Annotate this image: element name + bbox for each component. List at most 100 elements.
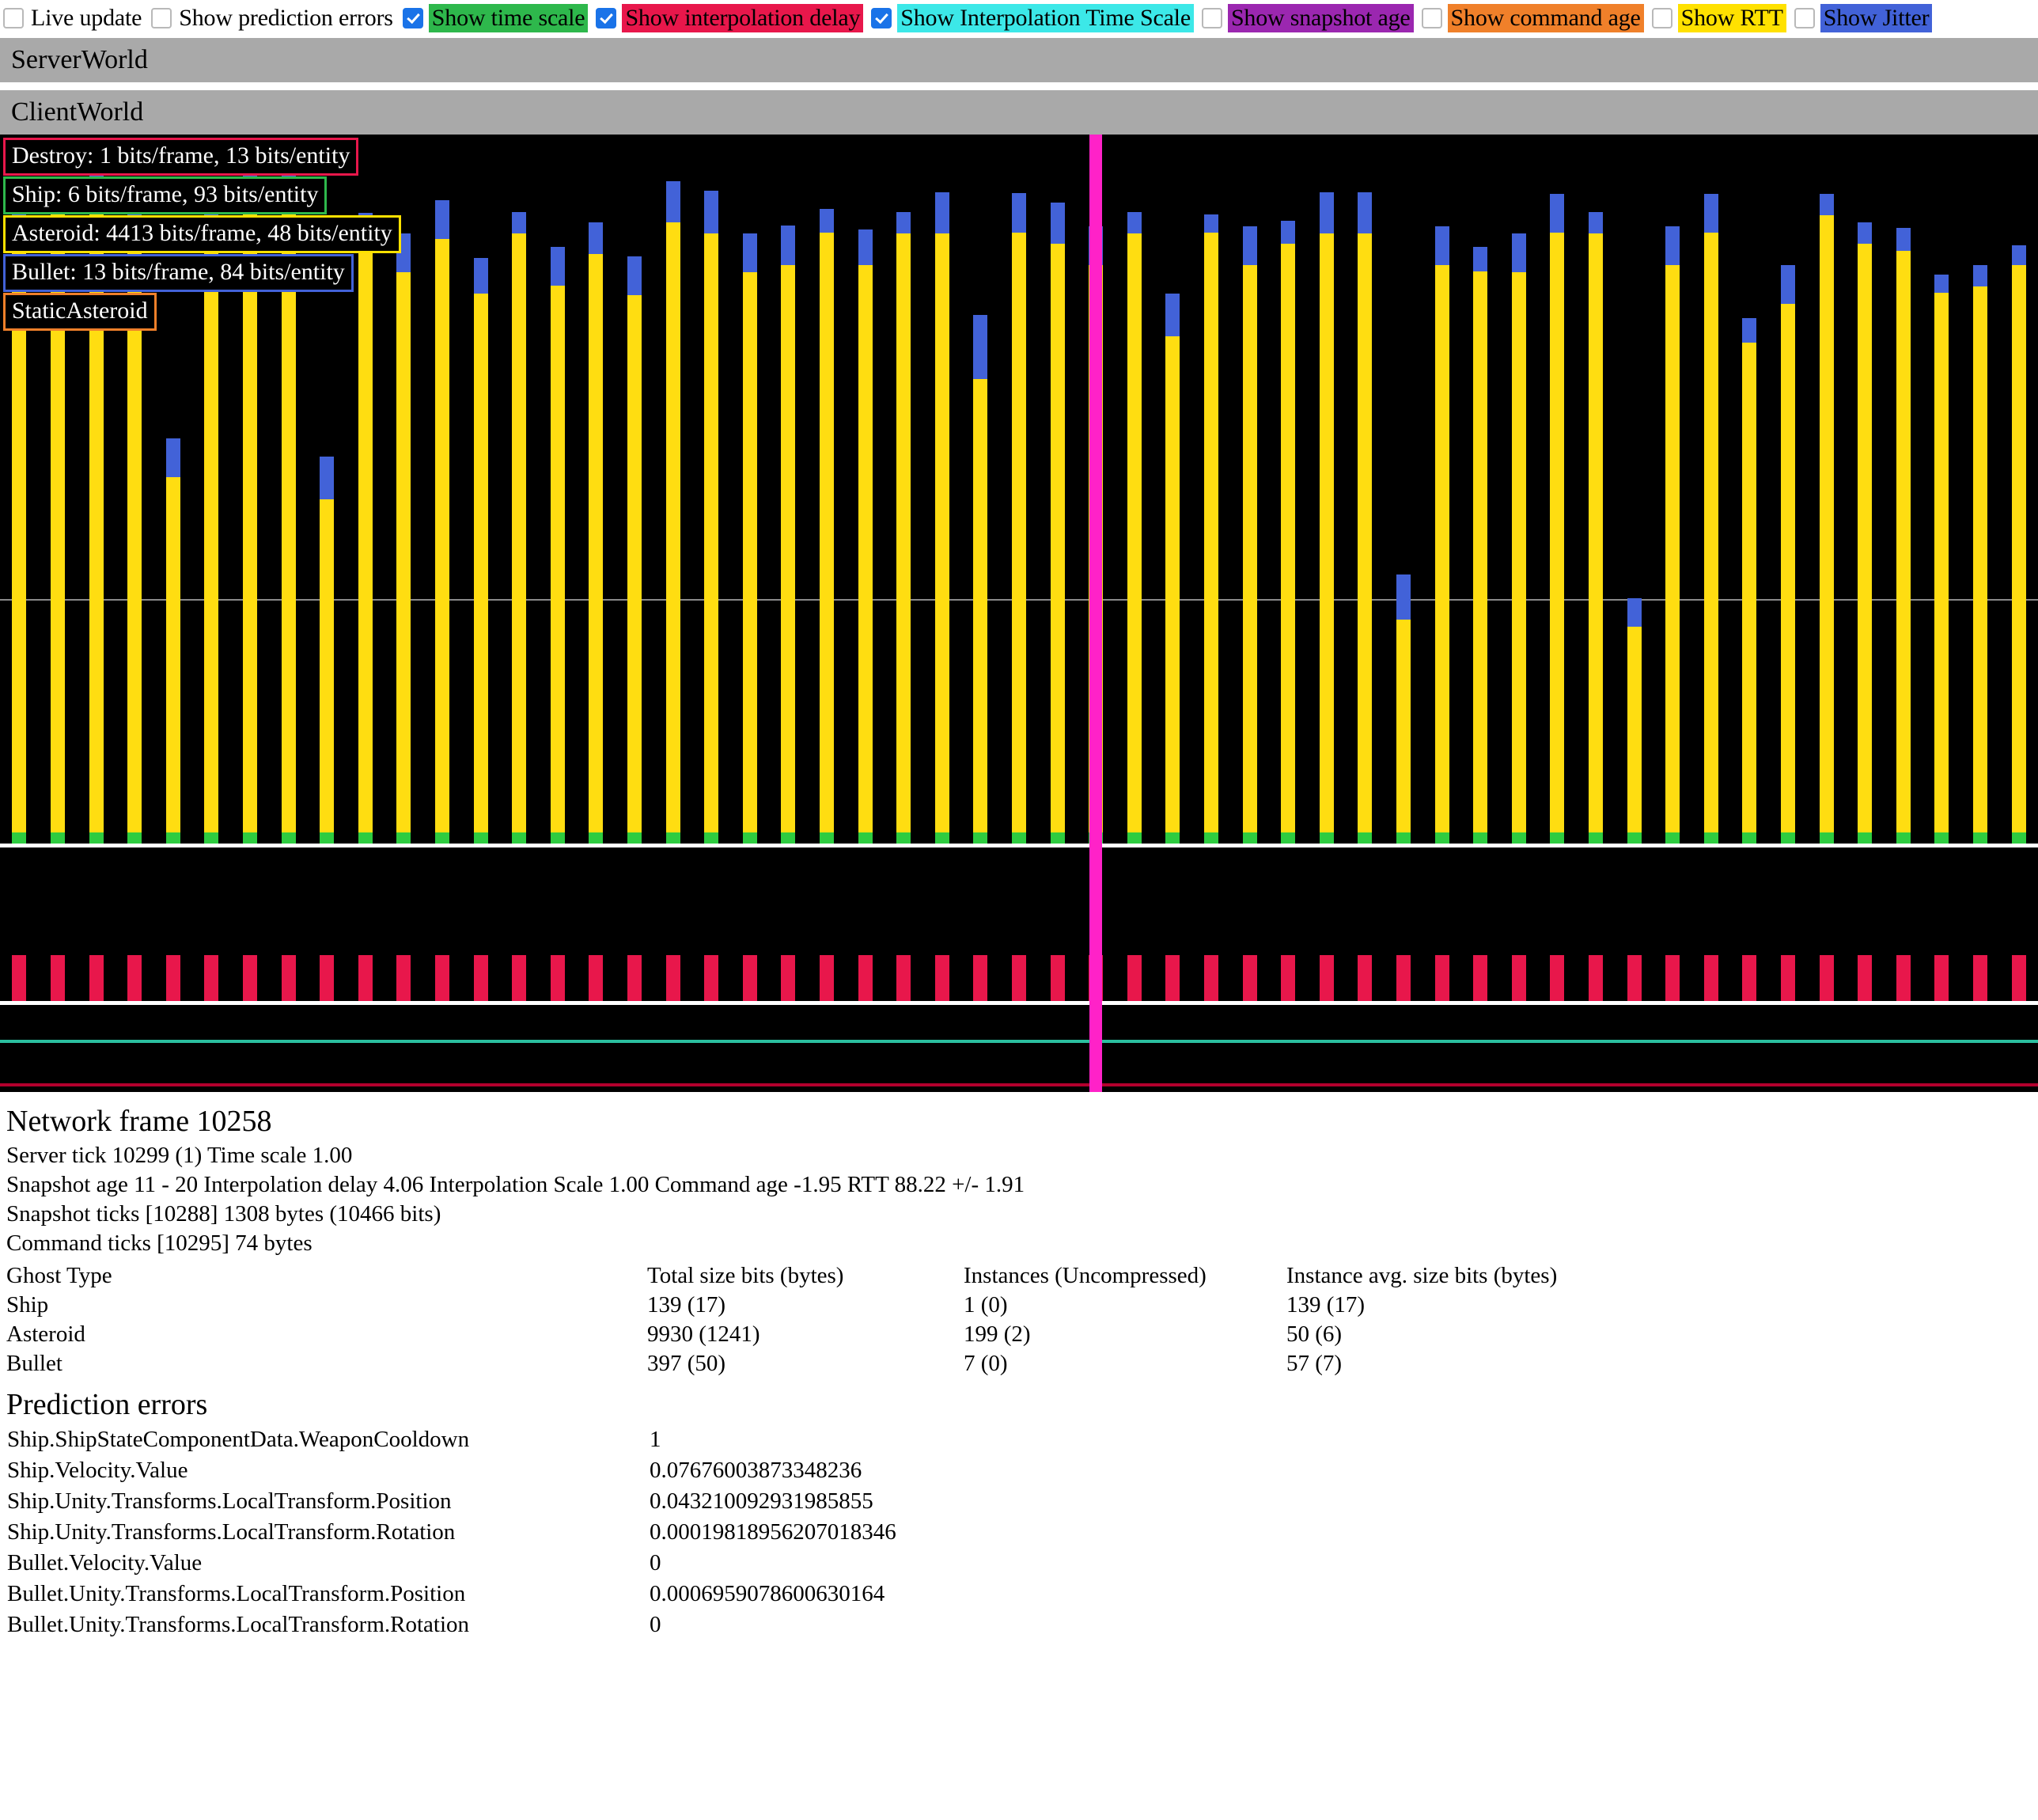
bandwidth-bar[interactable] — [1204, 214, 1218, 844]
bandwidth-bar[interactable] — [896, 212, 911, 844]
bandwidth-bar[interactable] — [1973, 265, 1987, 844]
interpolation-delay-bar[interactable] — [512, 955, 526, 1001]
checkbox-icon[interactable] — [151, 8, 172, 28]
toggle-live-update[interactable]: Live update — [3, 0, 143, 36]
checkbox-icon[interactable] — [1422, 8, 1442, 28]
interpolation-delay-bar[interactable] — [89, 955, 104, 1001]
checkbox-icon[interactable] — [403, 8, 423, 28]
bandwidth-bar[interactable] — [1550, 194, 1564, 844]
bandwidth-bar[interactable] — [589, 222, 603, 844]
interpolation-delay-bar[interactable] — [282, 955, 296, 1001]
interpolation-delay-bar[interactable] — [320, 955, 334, 1001]
interpolation-delay-bar[interactable] — [435, 955, 449, 1001]
interpolation-delay-bar[interactable] — [204, 955, 218, 1001]
interpolation-delay-bar[interactable] — [1704, 955, 1718, 1001]
bandwidth-bar[interactable] — [743, 233, 757, 844]
client-world-header[interactable]: ClientWorld — [0, 90, 2038, 135]
bandwidth-bar[interactable] — [627, 256, 642, 844]
bandwidth-bar[interactable] — [1896, 228, 1911, 844]
server-world-header[interactable]: ServerWorld — [0, 38, 2038, 82]
interpolation-delay-bar[interactable] — [1396, 955, 1411, 1001]
bandwidth-bar[interactable] — [1051, 203, 1065, 844]
bandwidth-bar[interactable] — [320, 457, 334, 844]
interpolation-delay-bar[interactable] — [820, 955, 834, 1001]
interpolation-delay-bar[interactable] — [973, 955, 987, 1001]
interpolation-delay-bar[interactable] — [1512, 955, 1526, 1001]
bandwidth-bar[interactable] — [1934, 275, 1949, 844]
interpolation-delay-bar[interactable] — [1665, 955, 1680, 1001]
toggle-show-jitter[interactable]: Show Jitter — [1794, 0, 1933, 36]
bandwidth-bar[interactable] — [1781, 265, 1795, 844]
interpolation-delay-bar[interactable] — [1973, 955, 1987, 1001]
toggle-show-snapshot-age[interactable]: Show snapshot age — [1202, 0, 1414, 36]
interpolation-delay-bar[interactable] — [1781, 955, 1795, 1001]
interpolation-delay-bar[interactable] — [704, 955, 718, 1001]
interpolation-delay-bar[interactable] — [1127, 955, 1142, 1001]
toggle-show-prediction-errors[interactable]: Show prediction errors — [151, 0, 395, 36]
interpolation-delay-bar[interactable] — [1051, 955, 1065, 1001]
interpolation-delay-bar[interactable] — [627, 955, 642, 1001]
bandwidth-bar[interactable] — [1512, 233, 1526, 844]
bandwidth-bar[interactable] — [781, 226, 795, 844]
bandwidth-bar[interactable] — [1473, 247, 1487, 844]
bandwidth-bar[interactable] — [704, 191, 718, 844]
interpolation-delay-bar[interactable] — [1204, 955, 1218, 1001]
interpolation-delay-bar[interactable] — [935, 955, 949, 1001]
bandwidth-bar[interactable] — [973, 315, 987, 844]
bandwidth-bar[interactable] — [2012, 245, 2026, 844]
interpolation-delay-bar[interactable] — [1243, 955, 1257, 1001]
toggle-show-time-scale[interactable]: Show time scale — [403, 0, 589, 36]
interpolation-delay-bar[interactable] — [1858, 955, 1872, 1001]
interpolation-delay-bar[interactable] — [551, 955, 565, 1001]
bandwidth-bar[interactable] — [820, 209, 834, 844]
bandwidth-bar[interactable] — [1358, 192, 1372, 844]
interpolation-delay-bar[interactable] — [2012, 955, 2026, 1001]
bandwidth-bar[interactable] — [1127, 212, 1142, 844]
checkbox-icon[interactable] — [1202, 8, 1222, 28]
bandwidth-bar[interactable] — [474, 258, 488, 844]
bandwidth-bar[interactable] — [1820, 194, 1834, 844]
interpolation-delay-bar[interactable] — [51, 955, 65, 1001]
interpolation-delay-bar[interactable] — [1896, 955, 1911, 1001]
interpolation-delay-bar[interactable] — [1550, 955, 1564, 1001]
interpolation-delay-bar[interactable] — [1281, 955, 1295, 1001]
bandwidth-bar[interactable] — [1858, 222, 1872, 844]
interpolation-delay-bar[interactable] — [1012, 955, 1026, 1001]
interpolation-delay-bar[interactable] — [1473, 955, 1487, 1001]
bandwidth-bar[interactable] — [435, 200, 449, 844]
toggle-show-interpolation-time-scale[interactable]: Show Interpolation Time Scale — [871, 0, 1194, 36]
bandwidth-bar[interactable] — [1589, 212, 1603, 844]
bandwidth-bar[interactable] — [1396, 574, 1411, 844]
bandwidth-bar[interactable] — [166, 438, 180, 844]
interpolation-delay-bar[interactable] — [589, 955, 603, 1001]
interpolation-delay-bar[interactable] — [1627, 955, 1642, 1001]
bandwidth-bar[interactable] — [1435, 226, 1449, 844]
bandwidth-bar[interactable] — [512, 212, 526, 844]
interpolation-delay-bar[interactable] — [127, 955, 142, 1001]
interpolation-delay-bar[interactable] — [243, 955, 257, 1001]
toggle-show-interpolation-delay[interactable]: Show interpolation delay — [596, 0, 863, 36]
toggle-show-command-age[interactable]: Show command age — [1422, 0, 1644, 36]
bandwidth-bar[interactable] — [1665, 226, 1680, 844]
interpolation-delay-bar[interactable] — [1742, 955, 1756, 1001]
bandwidth-bar[interactable] — [1742, 318, 1756, 844]
bandwidth-bar[interactable] — [1012, 193, 1026, 844]
interpolation-delay-bar[interactable] — [396, 955, 411, 1001]
bandwidth-bar[interactable] — [1243, 226, 1257, 844]
bandwidth-bar[interactable] — [1704, 194, 1718, 844]
interpolation-delay-bar[interactable] — [358, 955, 373, 1001]
interpolation-delay-bar[interactable] — [1165, 955, 1180, 1001]
checkbox-icon[interactable] — [596, 8, 616, 28]
time-scale-panel[interactable] — [0, 1005, 2038, 1092]
interpolation-delay-bar[interactable] — [474, 955, 488, 1001]
interpolation-delay-bar[interactable] — [166, 955, 180, 1001]
bandwidth-bar[interactable] — [858, 229, 873, 844]
bandwidth-bar[interactable] — [1320, 192, 1334, 844]
interpolation-delay-bar[interactable] — [12, 955, 26, 1001]
checkbox-icon[interactable] — [1794, 8, 1815, 28]
bandwidth-bar[interactable] — [666, 181, 680, 844]
checkbox-icon[interactable] — [871, 8, 892, 28]
bandwidth-graph-panel[interactable]: Destroy: 1 bits/frame, 13 bits/entityShi… — [0, 135, 2038, 844]
interpolation-delay-bar[interactable] — [1820, 955, 1834, 1001]
interpolation-delay-bar[interactable] — [1320, 955, 1334, 1001]
